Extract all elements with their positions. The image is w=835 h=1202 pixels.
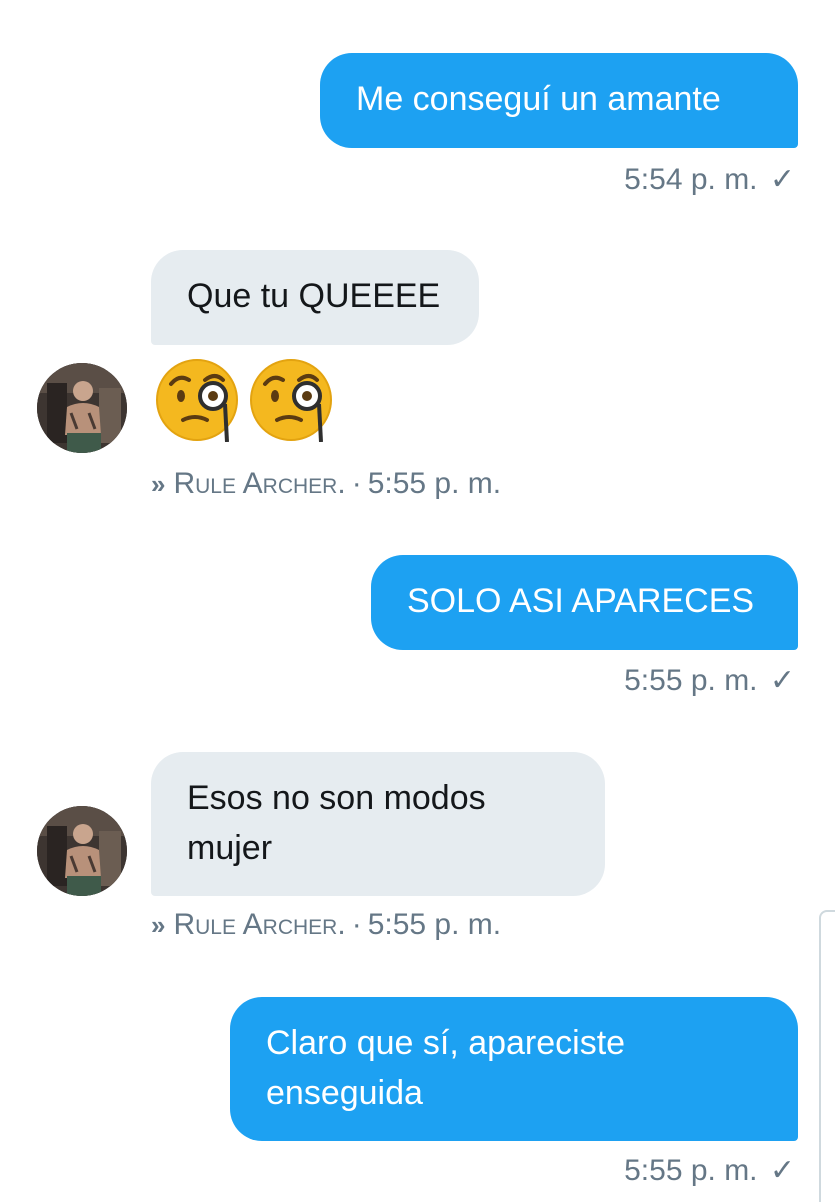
message-meta: 5:55 p. m. ✓: [624, 663, 795, 698]
read-check-icon: ✓: [769, 163, 795, 196]
separator: ·: [351, 908, 362, 941]
incoming-message-bubble[interactable]: Que tu QUEEEE: [151, 250, 479, 345]
message-text: Me conseguí un amante: [356, 80, 721, 118]
read-check-icon: ✓: [769, 1154, 795, 1187]
message-meta: 5:55 p. m. ✓: [624, 1153, 795, 1188]
message-meta: » Rule Archer. · 5:55 p. m.: [151, 467, 501, 501]
message-text: Que tu QUEEEE: [187, 277, 441, 315]
message-time: 5:55 p. m.: [624, 664, 758, 697]
message-meta: » Rule Archer. · 5:55 p. m.: [151, 908, 501, 942]
avatar-photo: [37, 363, 127, 453]
avatar-photo: [37, 806, 127, 896]
chevron-right-icon: »: [151, 469, 166, 499]
scroll-edge[interactable]: [819, 910, 835, 1202]
incoming-message-bubble[interactable]: Esos no son modos mujer: [151, 752, 605, 896]
separator: ·: [351, 467, 362, 500]
message-time: 5:55 p. m.: [367, 908, 502, 941]
message-text-line: enseguida: [266, 1074, 423, 1112]
outgoing-message-bubble[interactable]: SOLO ASI APARECES: [371, 555, 798, 650]
message-text-line: Claro que sí, apareciste: [266, 1024, 626, 1062]
message-meta: 5:54 p. m. ✓: [624, 162, 795, 197]
message-time: 5:55 p. m.: [624, 1154, 758, 1187]
outgoing-message-bubble[interactable]: Me conseguí un amante: [320, 53, 798, 148]
face-with-monocle-icon: [156, 359, 238, 442]
face-with-monocle-icon: [250, 359, 332, 442]
emoji-message[interactable]: [155, 358, 333, 442]
avatar[interactable]: [37, 363, 127, 453]
message-text-line: mujer: [187, 829, 273, 867]
chevron-right-icon: »: [151, 910, 166, 940]
message-time: 5:54 p. m.: [624, 163, 758, 196]
sender-name[interactable]: Rule Archer.: [173, 908, 345, 941]
message-text: SOLO ASI APARECES: [407, 582, 755, 620]
read-check-icon: ✓: [769, 664, 795, 697]
message-text-line: Esos no son modos: [187, 779, 486, 817]
outgoing-message-bubble[interactable]: Claro que sí, apareciste enseguida: [230, 997, 798, 1141]
message-time: 5:55 p. m.: [367, 467, 502, 500]
sender-name[interactable]: Rule Archer.: [173, 467, 345, 500]
avatar[interactable]: [37, 806, 127, 896]
